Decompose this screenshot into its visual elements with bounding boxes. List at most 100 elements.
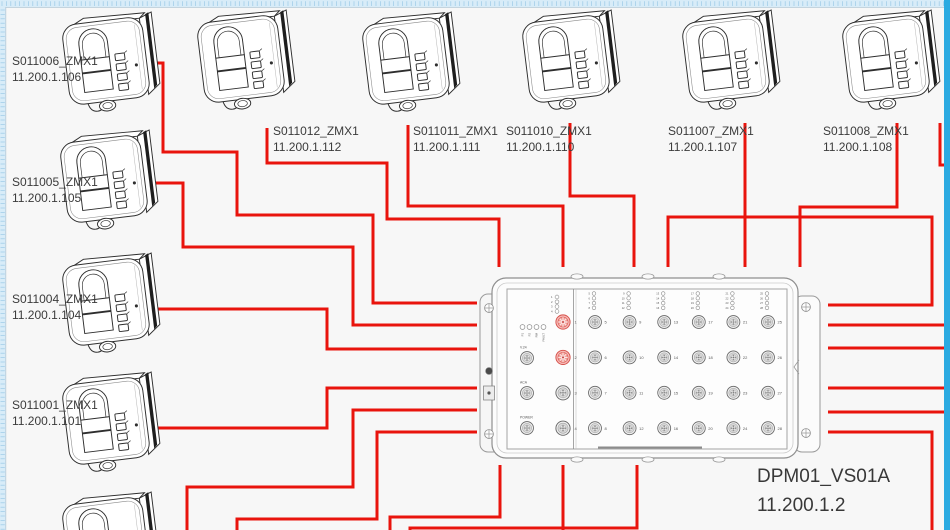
switch-text: 24 — [743, 426, 748, 431]
m12-port-23 — [727, 386, 740, 399]
led — [555, 300, 559, 304]
switch-text: RM — [535, 332, 539, 337]
wire-S011008_ZMX1[interactable] — [800, 123, 897, 267]
port-led-6 — [592, 297, 596, 301]
switch-text: 16 — [674, 426, 679, 431]
port-led-28 — [765, 306, 769, 310]
port-led-24 — [731, 306, 735, 310]
switch-text: FAULT — [542, 333, 546, 342]
clip — [642, 457, 654, 462]
aux-port-V.24 — [521, 352, 534, 365]
wire-bottom-1[interactable] — [390, 465, 500, 530]
port-led-9 — [627, 292, 631, 296]
device-S011011_ZMX1[interactable] — [361, 10, 463, 115]
clip — [571, 274, 583, 279]
device-S011008_ZMX1[interactable] — [841, 8, 943, 113]
wire-S011004_ZMX1[interactable] — [155, 309, 477, 349]
port-led-19 — [696, 301, 700, 305]
switch-text: 10 — [639, 355, 644, 360]
screw-icon — [802, 429, 811, 438]
wire-right-5[interactable] — [828, 432, 932, 530]
diagram-canvas: P1P2RMFAULT12341234V.24ACAPOWER567856789… — [0, 0, 950, 530]
m12-port-17 — [692, 316, 705, 329]
screw-icon — [485, 304, 494, 313]
switch-text: 15 — [674, 390, 679, 395]
m12-port-16 — [658, 422, 671, 435]
switch-text: P2 — [528, 333, 532, 337]
status-led-P2 — [527, 325, 532, 330]
m12-port-12 — [623, 422, 636, 435]
m12-port-15 — [658, 386, 671, 399]
switch-text: 17 — [708, 320, 713, 325]
port-led-17 — [696, 292, 700, 296]
device-S011004_ZMX1[interactable] — [61, 251, 163, 356]
port-led-11 — [627, 301, 631, 305]
device-S011001_ZMX1[interactable] — [61, 370, 163, 475]
device-partial-1[interactable] — [61, 490, 163, 530]
switch-text: 18 — [708, 355, 713, 360]
device-S011007_ZMX1[interactable] — [681, 8, 783, 113]
port-led-18 — [696, 297, 700, 301]
device-S011010_ZMX1[interactable] — [521, 8, 623, 113]
aux-port-ACA — [521, 387, 534, 400]
port-led-23 — [731, 301, 735, 305]
m12-port-3 — [556, 386, 570, 400]
switch-text: 21 — [743, 320, 748, 325]
switch-text: 28 — [778, 426, 783, 431]
clip — [642, 274, 654, 279]
m12-port-8 — [589, 422, 602, 435]
clip — [713, 457, 725, 462]
m12-port-11 — [623, 386, 636, 399]
status-led-FAULT — [541, 325, 546, 330]
port-led-22 — [731, 297, 735, 301]
device-S011012_ZMX1[interactable] — [196, 8, 298, 113]
m12-port-5 — [589, 316, 602, 329]
switch-text: 25 — [778, 320, 783, 325]
m12-port-10 — [623, 351, 636, 364]
m12-port-14 — [658, 351, 671, 364]
led — [555, 305, 559, 309]
ruler-top — [0, 0, 950, 7]
m12-port-7 — [589, 386, 602, 399]
clip — [713, 274, 725, 279]
m12-port-1 — [556, 315, 570, 329]
switch-text: 13 — [674, 320, 679, 325]
m12-port-18 — [692, 351, 705, 364]
led — [555, 310, 559, 314]
m12-port-26 — [762, 351, 775, 364]
wire-bottom-left-b[interactable] — [237, 432, 477, 530]
switch-text: V.24 — [520, 346, 527, 350]
port-led-8 — [592, 306, 596, 310]
port-led-25 — [765, 292, 769, 296]
aux-port-POWER — [521, 422, 534, 435]
wire-S011001_ZMX1[interactable] — [155, 388, 477, 428]
screw-icon — [802, 303, 811, 312]
port-led-27 — [765, 301, 769, 305]
m12-port-4 — [556, 421, 570, 435]
wire-S011011_ZMX1[interactable] — [408, 125, 563, 267]
wire-S011010_ZMX1[interactable] — [570, 123, 634, 267]
clamp-screw — [486, 368, 493, 375]
right-scrollbar[interactable] — [944, 0, 950, 530]
port-led-26 — [765, 297, 769, 301]
switch-text: ACA — [520, 381, 528, 385]
status-led-RM — [534, 325, 539, 330]
ruler-left — [0, 7, 6, 530]
switch-text: 26 — [778, 355, 783, 360]
switch-device[interactable]: P1P2RMFAULT12341234V.24ACAPOWER567856789… — [480, 274, 820, 462]
port-led-16 — [661, 306, 665, 310]
clamp-dot — [487, 391, 490, 394]
m12-port-24 — [727, 422, 740, 435]
wire-bottom-3[interactable] — [410, 465, 637, 530]
switch-text: 12 — [639, 426, 644, 431]
device-S011006_ZMX1[interactable] — [61, 10, 163, 115]
switch-text: POWER — [520, 416, 533, 420]
switch-text: 19 — [708, 390, 713, 395]
port-led-20 — [696, 306, 700, 310]
device-S011005_ZMX1[interactable] — [59, 128, 161, 233]
port-led-15 — [661, 301, 665, 305]
m12-port-9 — [623, 316, 636, 329]
switch-text: 14 — [674, 355, 679, 360]
port-led-10 — [627, 297, 631, 301]
port-led-7 — [592, 301, 596, 305]
